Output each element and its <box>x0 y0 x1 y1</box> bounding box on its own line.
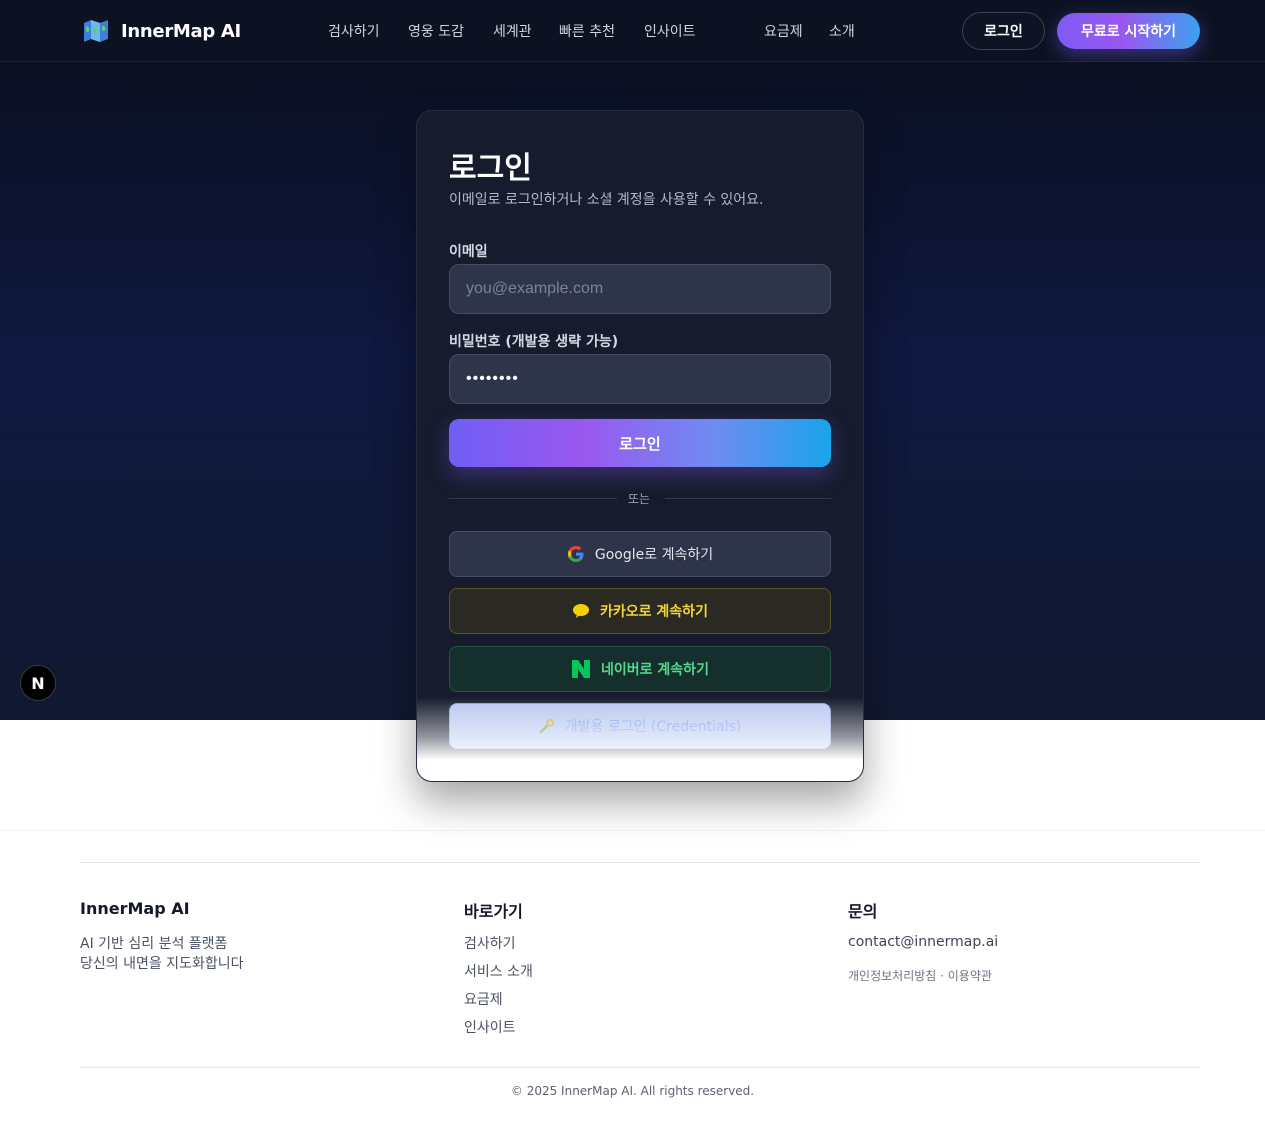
password-field[interactable] <box>449 354 831 404</box>
wrench-icon <box>539 719 554 734</box>
nav-insight[interactable]: 인사이트 <box>644 21 696 41</box>
dev-tools-badge[interactable]: N <box>20 665 56 701</box>
naver-login-button[interactable]: 네이버로 계속하기 <box>449 646 831 692</box>
email-label: 이메일 <box>449 244 488 260</box>
footer-copyright: © 2025 InnerMap AI. All rights reserved. <box>510 1084 755 1098</box>
footer-link-about[interactable]: 서비스 소개 <box>464 961 533 981</box>
footer-divider-bottom <box>80 1067 1200 1068</box>
divider-right <box>665 498 831 499</box>
nav-test[interactable]: 검사하기 <box>328 21 380 41</box>
kakao-bubble-icon <box>573 604 590 618</box>
kakao-login-label: 카카오로 계속하기 <box>600 604 708 620</box>
nav-pricing[interactable]: 요금제 <box>764 21 803 41</box>
top-header: InnerMap AI 검사하기 영웅 도감 세계관 빠른 추천 인사이트 요금… <box>0 0 1265 62</box>
footer-quick-title: 바로가기 <box>464 902 523 921</box>
divider-left <box>449 498 617 499</box>
footer-desc-line-2: 당신의 내면을 지도화합니다 <box>80 956 244 972</box>
login-submit-button[interactable]: 로그인 <box>449 419 831 467</box>
divider-text: 또는 <box>628 492 651 506</box>
footer-brand: InnerMap AI <box>80 899 190 918</box>
email-field[interactable] <box>449 264 831 314</box>
start-free-button[interactable]: 무료로 시작하기 <box>1057 13 1200 49</box>
dev-login-button[interactable]: 개발용 로그인 (Credentials) <box>449 703 831 749</box>
footer-link-test[interactable]: 검사하기 <box>464 933 516 953</box>
nav-worldview[interactable]: 세계관 <box>493 21 532 41</box>
brand-name: InnerMap AI <box>121 20 241 42</box>
footer-desc-line-1: AI 기반 심리 분석 플랫폼 <box>80 936 228 952</box>
dev-login-label: 개발용 로그인 (Credentials) <box>564 719 742 735</box>
header-login-button[interactable]: 로그인 <box>962 12 1045 50</box>
map-icon <box>84 20 108 42</box>
google-login-button[interactable]: Google로 계속하기 <box>449 531 831 577</box>
footer-contact-title: 문의 <box>848 902 878 921</box>
footer-link-pricing[interactable]: 요금제 <box>464 989 503 1009</box>
nav-about[interactable]: 소개 <box>829 21 855 41</box>
password-label: 비밀번호 (개발용 생략 가능) <box>449 334 619 350</box>
footer-legal-links[interactable]: 개인정보처리방침 · 이용약관 <box>848 967 992 984</box>
kakao-login-button[interactable]: 카카오로 계속하기 <box>449 588 831 634</box>
brand-link[interactable]: InnerMap AI <box>83 19 241 43</box>
footer-divider-top <box>80 862 1200 863</box>
nav-hero-dex[interactable]: 영웅 도감 <box>408 21 464 41</box>
login-subtitle: 이메일로 로그인하거나 소셜 계정을 사용할 수 있어요. <box>449 192 764 208</box>
footer-top-border <box>0 830 1265 831</box>
google-icon <box>567 546 584 562</box>
footer-contact-email[interactable]: contact@innermap.ai <box>848 934 998 950</box>
login-card: 로그인 이메일로 로그인하거나 소셜 계정을 사용할 수 있어요. 이메일 비밀… <box>416 110 864 782</box>
google-login-label: Google로 계속하기 <box>594 547 714 563</box>
footer-link-insight[interactable]: 인사이트 <box>464 1017 516 1037</box>
nav-quick-recommend[interactable]: 빠른 추천 <box>559 21 615 41</box>
naver-icon <box>572 660 591 678</box>
login-title: 로그인 <box>449 151 532 186</box>
naver-login-label: 네이버로 계속하기 <box>601 662 709 678</box>
